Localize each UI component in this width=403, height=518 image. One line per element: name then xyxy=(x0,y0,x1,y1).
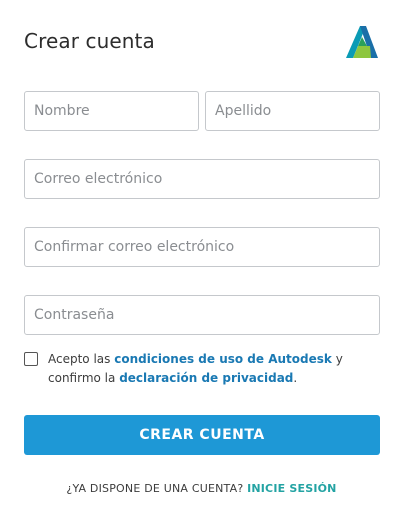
confirm-email-input[interactable] xyxy=(25,228,379,266)
terms-prefix: Acepto las xyxy=(48,352,115,366)
password-input[interactable] xyxy=(25,296,379,334)
password-field[interactable] xyxy=(24,295,380,335)
terms-text: Acepto las condiciones de uso de Autodes… xyxy=(48,350,388,388)
confirm-email-field[interactable] xyxy=(24,227,380,267)
terms-suffix: . xyxy=(293,371,298,385)
signin-question: ¿YA DISPONE DE UNA CUENTA? xyxy=(66,482,244,495)
first-name-input[interactable] xyxy=(25,92,198,130)
privacy-statement-link[interactable]: declaración de privacidad xyxy=(119,371,293,385)
signin-prompt: ¿YA DISPONE DE UNA CUENTA? INICIE SESIÓN xyxy=(0,482,403,495)
email-field[interactable] xyxy=(24,159,380,199)
create-account-button[interactable]: CREAR CUENTA xyxy=(24,415,380,455)
email-input[interactable] xyxy=(25,160,379,198)
last-name-field[interactable] xyxy=(205,91,380,131)
first-name-field[interactable] xyxy=(24,91,199,131)
page-title: Crear cuenta xyxy=(24,29,155,53)
last-name-input[interactable] xyxy=(206,92,379,130)
signin-link[interactable]: INICIE SESIÓN xyxy=(247,482,337,495)
autodesk-logo-icon xyxy=(344,24,380,60)
terms-of-use-link[interactable]: condiciones de uso de Autodesk xyxy=(114,352,332,366)
terms-checkbox[interactable] xyxy=(24,352,38,366)
